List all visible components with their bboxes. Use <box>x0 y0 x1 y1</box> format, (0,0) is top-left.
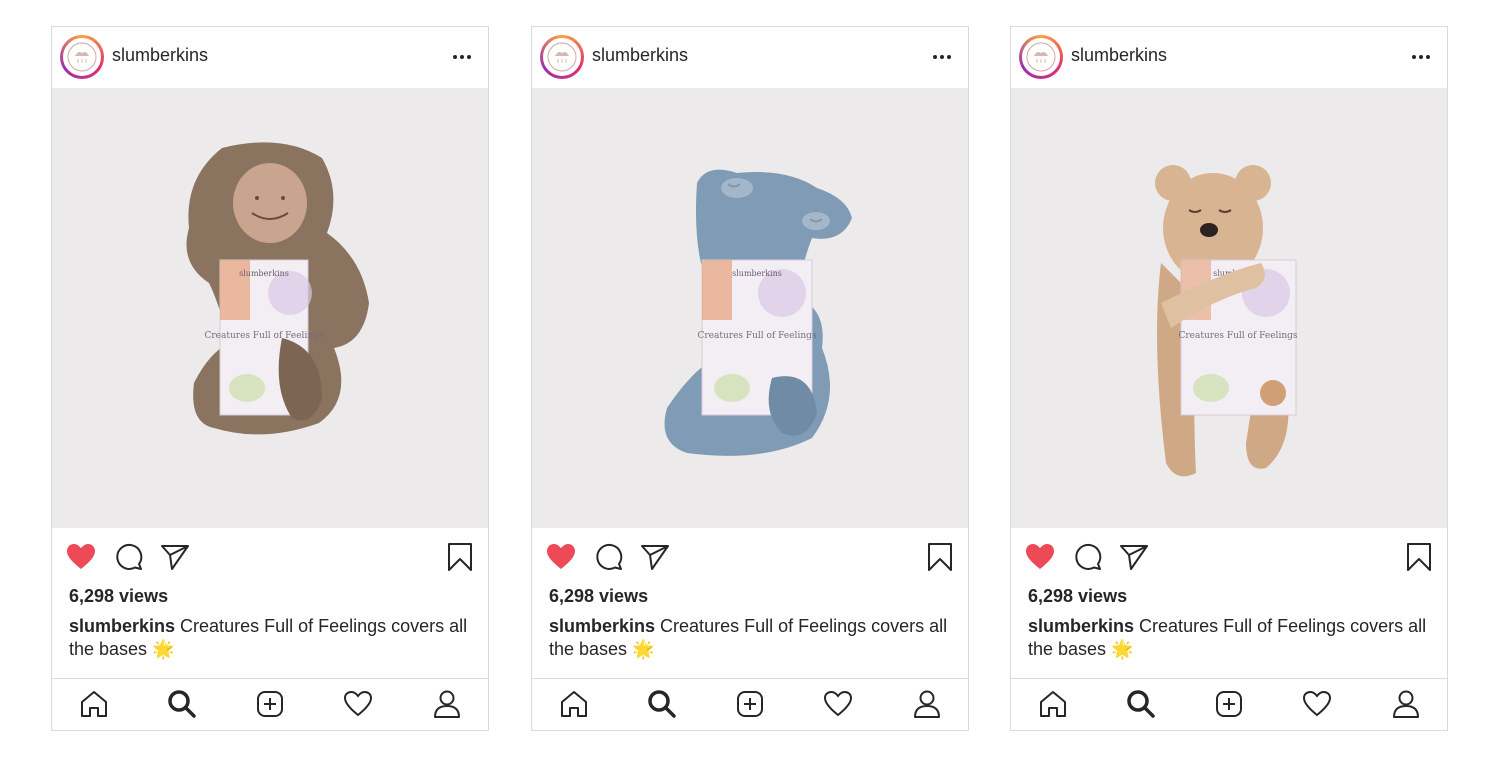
send-icon[interactable] <box>160 542 190 572</box>
post-actions <box>52 528 488 588</box>
activity-heart-icon[interactable] <box>1302 689 1332 719</box>
caption: slumberkins Creatures Full of Feelings co… <box>69 615 474 661</box>
more-horizontal-icon[interactable] <box>930 49 954 65</box>
plush-face <box>233 163 307 243</box>
post-photo[interactable]: slumberkins Creatures Full of Feelings <box>1011 88 1447 528</box>
plush-photo-image: slumberkins Creatures Full of Feelings <box>532 88 968 528</box>
home-icon[interactable] <box>559 689 589 719</box>
new-post-icon[interactable] <box>1214 689 1244 719</box>
profile-icon[interactable] <box>1391 689 1421 719</box>
caption: slumberkins Creatures Full of Feelings co… <box>549 615 954 661</box>
bottom-nav <box>52 678 488 730</box>
post-card: slumberkins slumberkins Creatures Full o… <box>51 26 489 731</box>
search-icon[interactable] <box>647 689 677 719</box>
post-actions <box>532 528 968 588</box>
book-title: Creatures Full of Feelings <box>697 331 816 341</box>
comment-icon[interactable] <box>594 542 624 572</box>
post-photo[interactable]: slumberkins Creatures Full of Feelings <box>532 88 968 528</box>
bottom-nav <box>532 678 968 730</box>
plush-photo-image: slumberkins Creatures Full of Feelings <box>52 88 488 528</box>
profile-icon[interactable] <box>912 689 942 719</box>
heart-filled-icon[interactable] <box>66 542 96 572</box>
avatar-image <box>63 38 101 76</box>
new-post-icon[interactable] <box>735 689 765 719</box>
book-brand: slumberkins <box>239 269 289 278</box>
more-horizontal-icon[interactable] <box>1409 49 1433 65</box>
caption-username[interactable]: slumberkins <box>69 616 175 636</box>
bookmark-icon[interactable] <box>925 542 955 572</box>
avatar[interactable] <box>1019 35 1063 79</box>
plush-photo-image: slumberkins Creatures Full of Feelings <box>1011 88 1447 528</box>
caption-username[interactable]: slumberkins <box>1028 616 1134 636</box>
post-card: slumberkins slumberkins Creatures Full o… <box>531 26 969 731</box>
views-count[interactable]: 6,298 views <box>69 586 168 607</box>
caption-username[interactable]: slumberkins <box>549 616 655 636</box>
book-title: Creatures Full of Feelings <box>1178 331 1297 341</box>
bottom-nav <box>1011 678 1447 730</box>
caption: slumberkins Creatures Full of Feelings co… <box>1028 615 1433 661</box>
heart-filled-icon[interactable] <box>546 542 576 572</box>
avatar-image <box>543 38 581 76</box>
heart-filled-icon[interactable] <box>1025 542 1055 572</box>
avatar-image <box>1022 38 1060 76</box>
search-icon[interactable] <box>1126 689 1156 719</box>
bookmark-icon[interactable] <box>445 542 475 572</box>
comment-icon[interactable] <box>114 542 144 572</box>
send-icon[interactable] <box>1119 542 1149 572</box>
book-title: Creatures Full of Feelings <box>204 331 323 341</box>
slumberkins-logo-icon <box>1026 42 1056 72</box>
slumberkins-logo-icon <box>547 42 577 72</box>
post-actions <box>1011 528 1447 588</box>
post-header: slumberkins <box>532 27 968 88</box>
home-icon[interactable] <box>1038 689 1068 719</box>
avatar[interactable] <box>60 35 104 79</box>
home-icon[interactable] <box>79 689 109 719</box>
post-header: slumberkins <box>52 27 488 88</box>
activity-heart-icon[interactable] <box>823 689 853 719</box>
username[interactable]: slumberkins <box>592 45 688 66</box>
post-header: slumberkins <box>1011 27 1447 88</box>
search-icon[interactable] <box>167 689 197 719</box>
activity-heart-icon[interactable] <box>343 689 373 719</box>
slumberkins-logo-icon <box>67 42 97 72</box>
profile-icon[interactable] <box>432 689 462 719</box>
username[interactable]: slumberkins <box>112 45 208 66</box>
send-icon[interactable] <box>640 542 670 572</box>
post-card: slumberkins slumberkins Creatures Full o… <box>1010 26 1448 731</box>
username[interactable]: slumberkins <box>1071 45 1167 66</box>
post-photo[interactable]: slumberkins Creatures Full of Feelings <box>52 88 488 528</box>
new-post-icon[interactable] <box>255 689 285 719</box>
more-horizontal-icon[interactable] <box>450 49 474 65</box>
comment-icon[interactable] <box>1073 542 1103 572</box>
avatar[interactable] <box>540 35 584 79</box>
views-count[interactable]: 6,298 views <box>549 586 648 607</box>
views-count[interactable]: 6,298 views <box>1028 586 1127 607</box>
book-brand: slumberkins <box>732 269 782 278</box>
bookmark-icon[interactable] <box>1404 542 1434 572</box>
